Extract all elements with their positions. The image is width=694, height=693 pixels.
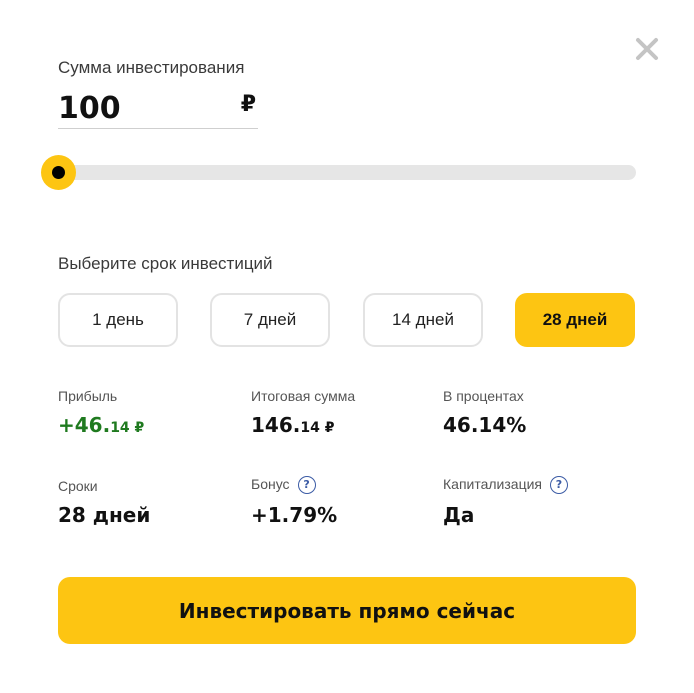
- investment-calculator-modal: Сумма инвестирования ₽ Выберите срок инв…: [0, 0, 694, 693]
- total-value-fraction: 14 ₽: [300, 420, 335, 436]
- term-option-28-days[interactable]: 28 дней: [515, 293, 635, 347]
- percent-label: В процентах: [443, 388, 524, 404]
- term-option-1-day[interactable]: 1 день: [58, 293, 178, 347]
- currency-sign: ₽: [240, 92, 256, 117]
- total-value-whole: 146.: [251, 413, 301, 437]
- capitalization-label-row: Капитализация?: [443, 476, 568, 495]
- amount-field[interactable]: ₽: [58, 88, 258, 129]
- bonus-value: +1.79%: [251, 503, 338, 527]
- amount-slider-thumb[interactable]: [40, 155, 76, 190]
- profit-value-fraction: 14 ₽: [110, 420, 145, 436]
- total-value: 146.14 ₽: [251, 413, 334, 437]
- amount-label: Сумма инвестирования: [58, 58, 245, 77]
- profit-value: +46.14 ₽: [58, 413, 144, 437]
- profit-label: Прибыль: [58, 388, 118, 404]
- period-value: 28 дней: [58, 503, 151, 527]
- invest-now-button[interactable]: Инвестировать прямо сейчас: [58, 577, 636, 644]
- capitalization-value: Да: [443, 503, 475, 527]
- capitalization-help-icon[interactable]: ?: [550, 476, 568, 495]
- term-label: Выберите срок инвестиций: [58, 254, 273, 273]
- bonus-help-icon[interactable]: ?: [297, 476, 316, 495]
- total-label: Итоговая сумма: [251, 388, 356, 404]
- profit-value-whole: +46.: [58, 413, 111, 437]
- slider-thumb-dot: [51, 166, 65, 179]
- percent-value: 46.14%: [443, 413, 527, 437]
- bonus-label-row: Бонус?: [251, 476, 316, 495]
- term-option-7-days[interactable]: 7 дней: [210, 293, 330, 347]
- capitalization-label: Капитализация: [443, 476, 542, 492]
- term-option-14-days[interactable]: 14 дней: [363, 293, 483, 347]
- bonus-label: Бонус: [251, 476, 290, 492]
- period-label: Сроки: [58, 478, 98, 494]
- close-icon[interactable]: [631, 33, 663, 65]
- amount-slider-track[interactable]: [58, 165, 636, 180]
- amount-input[interactable]: [58, 88, 228, 128]
